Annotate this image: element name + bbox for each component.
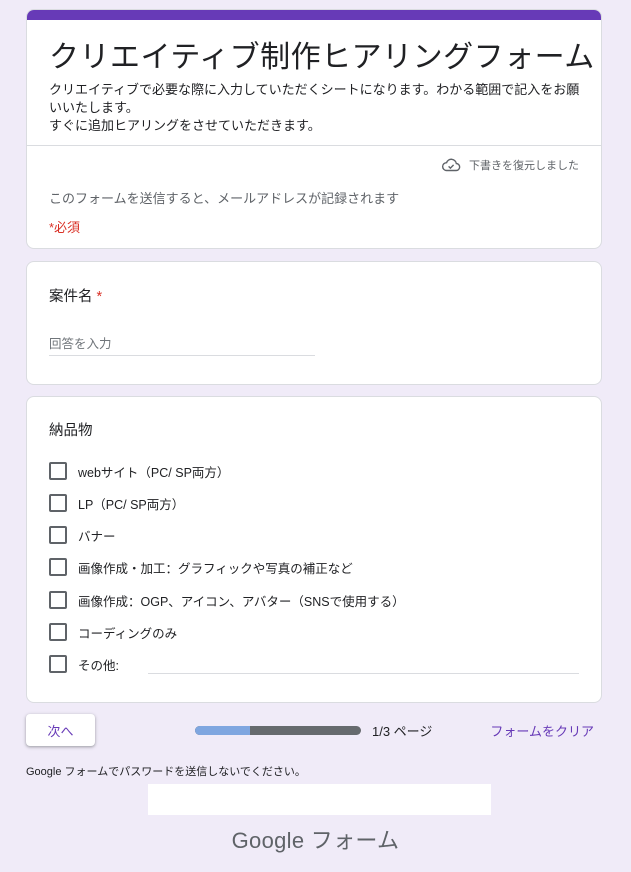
option-coding-only[interactable]: コーディングのみ bbox=[49, 622, 177, 642]
description-line-2: すぐに追加ヒアリングをさせていただきます。 bbox=[49, 118, 321, 133]
option-lp[interactable]: LP（PC/ SP両方） bbox=[49, 493, 184, 513]
progress-bar-fill bbox=[195, 726, 250, 735]
option-label: コーディングのみ bbox=[78, 626, 178, 641]
progress-bar bbox=[195, 726, 361, 735]
blank-area bbox=[148, 784, 491, 815]
option-label: webサイト（PC/ SP両方） bbox=[78, 465, 230, 480]
other-text-field[interactable] bbox=[148, 673, 579, 674]
next-button[interactable]: 次へ bbox=[26, 714, 95, 746]
cloud-check-icon bbox=[441, 158, 461, 172]
option-label: バナー bbox=[78, 529, 116, 544]
option-label: 画像作成：OGP、アイコン、アバター（SNSで使用する） bbox=[78, 594, 405, 609]
checkbox[interactable] bbox=[49, 526, 67, 544]
project-name-label: 案件名 bbox=[49, 289, 93, 305]
draft-status-label: 下書きを復元しました bbox=[469, 160, 579, 172]
option-image-editing[interactable]: 画像作成・加工：グラフィックや写真の補正など bbox=[49, 557, 353, 577]
description-line-1: クリエイティブで必要な際に入力していただくシートになります。わかる範囲で記入をお… bbox=[49, 82, 580, 115]
checkbox[interactable] bbox=[49, 558, 67, 576]
checkbox[interactable] bbox=[49, 462, 67, 480]
deliverables-card: 納品物 webサイト（PC/ SP両方） LP（PC/ SP両方） バナー 画像… bbox=[26, 396, 602, 703]
project-name-question: 案件名 * bbox=[49, 285, 102, 306]
form-title: クリエイティブ制作ヒアリングフォーム bbox=[49, 41, 595, 74]
password-warning: Google フォームでパスワードを送信しないでください。 bbox=[26, 766, 306, 778]
draft-status: 下書きを復元しました bbox=[441, 157, 579, 173]
option-website[interactable]: webサイト（PC/ SP両方） bbox=[49, 461, 229, 481]
clear-form-button[interactable]: フォームをクリア bbox=[490, 721, 594, 740]
option-other[interactable]: その他: bbox=[49, 654, 119, 674]
required-asterisk: * bbox=[96, 289, 103, 305]
project-name-card: 案件名 * bbox=[26, 261, 602, 385]
form-description: クリエイティブで必要な際に入力していただくシートになります。わかる範囲で記入をお… bbox=[49, 81, 584, 135]
option-label: その他: bbox=[78, 658, 119, 673]
option-banner[interactable]: バナー bbox=[49, 525, 116, 545]
form-header-card: クリエイティブ制作ヒアリングフォーム クリエイティブで必要な際に入力していただく… bbox=[26, 9, 602, 249]
header-accent-bar bbox=[27, 10, 601, 20]
checkbox[interactable] bbox=[49, 623, 67, 641]
option-label: LP（PC/ SP両方） bbox=[78, 497, 185, 512]
header-divider bbox=[27, 145, 601, 146]
checkbox[interactable] bbox=[49, 591, 67, 609]
required-note: *必須 bbox=[49, 220, 81, 235]
option-label: 画像作成・加工：グラフィックや写真の補正など bbox=[78, 561, 353, 576]
email-record-note: このフォームを送信すると、メールアドレスが記録されます bbox=[49, 191, 400, 206]
page-indicator: 1/3 ページ bbox=[372, 724, 433, 739]
checkbox[interactable] bbox=[49, 655, 67, 673]
google-forms-logo: Google フォーム bbox=[231, 828, 400, 853]
project-name-input[interactable] bbox=[49, 332, 315, 356]
checkbox[interactable] bbox=[49, 494, 67, 512]
option-image-creation[interactable]: 画像作成：OGP、アイコン、アバター（SNSで使用する） bbox=[49, 590, 405, 610]
deliverables-question: 納品物 bbox=[49, 423, 93, 439]
